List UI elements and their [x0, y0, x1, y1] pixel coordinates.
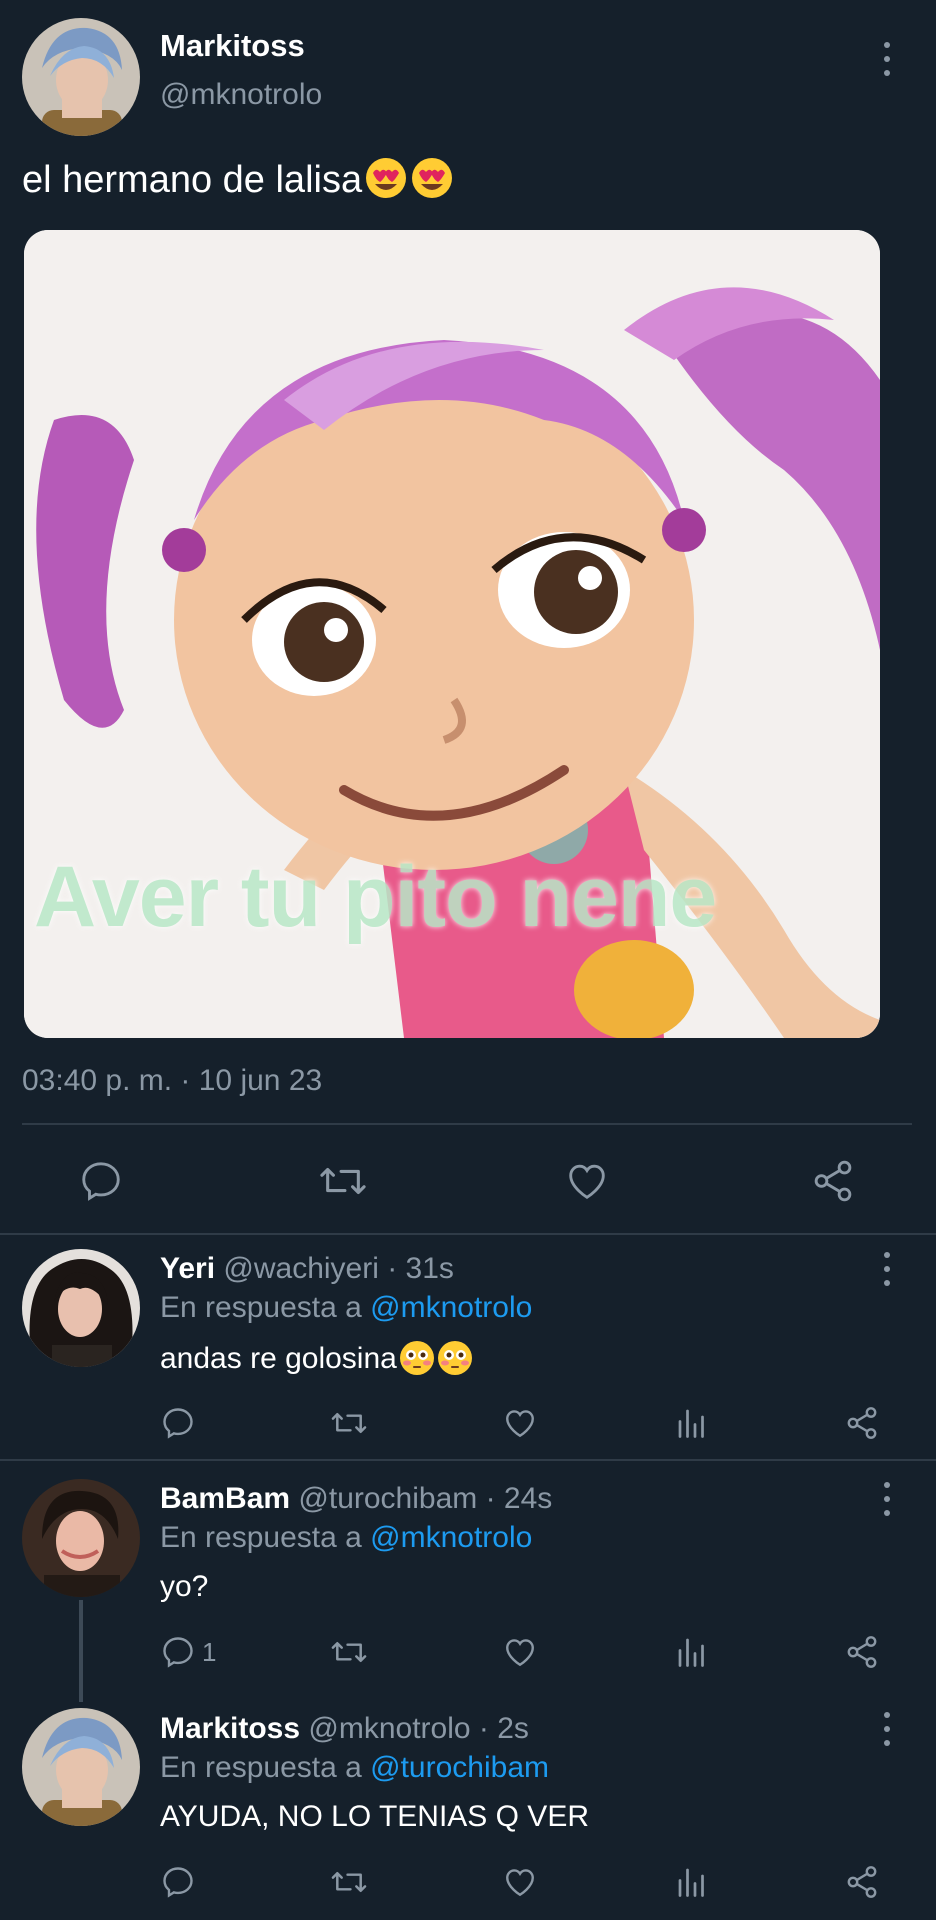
timestamp-divider	[22, 1123, 912, 1125]
reply-context-yeri: En respuesta a @mknotrolo	[160, 1291, 532, 1325]
reply-text-yeri: andas re golosina	[160, 1340, 473, 1376]
reply-reply-button[interactable]	[160, 1864, 196, 1900]
main-share-button[interactable]	[810, 1158, 856, 1204]
reply-share-button[interactable]	[844, 1864, 880, 1900]
reply-icon	[163, 1867, 193, 1898]
reply-to-link[interactable]: @turochibam	[370, 1751, 549, 1784]
reply-avatar-yeri[interactable]	[22, 1249, 140, 1367]
reply-reply-button[interactable]: 1	[160, 1634, 216, 1670]
reply-handle-time[interactable]: @mknotrolo · 2s	[308, 1712, 529, 1745]
share-icon	[814, 1160, 852, 1202]
reply-icon	[163, 1637, 193, 1668]
heart-icon	[506, 1639, 534, 1667]
reply-share-button[interactable]	[844, 1405, 880, 1441]
main-retweet-button[interactable]	[318, 1158, 368, 1204]
retweet-icon	[331, 1412, 367, 1434]
reply-context-markitoss: En respuesta a @turochibam	[160, 1751, 549, 1785]
reply-author-name[interactable]: Yeri	[160, 1252, 215, 1285]
share-icon	[847, 1636, 877, 1668]
reply-more-options-icon[interactable]	[881, 1252, 893, 1286]
heart-icon	[506, 1869, 534, 1897]
reply-text-content: andas re golosina	[160, 1342, 397, 1375]
reply-like-button[interactable]	[502, 1405, 538, 1441]
reply-analytics-button[interactable]	[674, 1405, 710, 1441]
retweet-icon	[320, 1167, 366, 1195]
reply-prefix: En respuesta a	[160, 1291, 362, 1324]
reply-prefix: En respuesta a	[160, 1751, 362, 1784]
main-like-button[interactable]	[564, 1158, 610, 1204]
reply-analytics-button[interactable]	[674, 1864, 710, 1900]
main-tweet-divider	[0, 1233, 936, 1235]
main-author-name[interactable]: Markitoss	[160, 28, 305, 64]
reply-reply-button[interactable]	[160, 1405, 196, 1441]
main-reply-button[interactable]	[78, 1158, 124, 1204]
heart-icon	[569, 1164, 605, 1199]
reply-icon	[163, 1408, 193, 1439]
reply-handle-time[interactable]: @turochibam · 24s	[298, 1482, 552, 1515]
reply-retweet-button[interactable]	[330, 1634, 368, 1670]
flushed-emoji	[399, 1341, 434, 1375]
share-icon	[847, 1407, 877, 1439]
retweet-icon	[331, 1871, 367, 1893]
reply-retweet-button[interactable]	[330, 1864, 368, 1900]
reply-prefix: En respuesta a	[160, 1521, 362, 1554]
reply-author-name[interactable]: Markitoss	[160, 1712, 300, 1745]
main-author-avatar[interactable]	[22, 18, 140, 136]
reply-handle-time[interactable]: @wachiyeri · 31s	[223, 1252, 454, 1285]
reply-to-link[interactable]: @mknotrolo	[370, 1521, 532, 1554]
heart-eyes-emoji	[412, 158, 453, 198]
analytics-icon	[678, 1638, 704, 1667]
reply-more-options-icon[interactable]	[881, 1712, 893, 1746]
reply-like-button[interactable]	[502, 1634, 538, 1670]
main-author-handle[interactable]: @mknotrolo	[160, 78, 322, 112]
analytics-icon	[678, 1409, 704, 1438]
heart-eyes-emoji	[366, 158, 407, 198]
meme-caption-text: Aver tu pito nene	[34, 849, 717, 945]
reply-avatar-markitoss[interactable]	[22, 1708, 140, 1826]
reply-to-link[interactable]: @mknotrolo	[370, 1291, 532, 1324]
reply-header-yeri: Yeri @wachiyeri · 31s	[160, 1252, 454, 1286]
reply-analytics-button[interactable]	[674, 1634, 710, 1670]
reply-more-options-icon[interactable]	[881, 1482, 893, 1516]
reply-avatar-bambam[interactable]	[22, 1479, 140, 1597]
analytics-icon	[678, 1868, 704, 1897]
heart-icon	[506, 1410, 534, 1438]
reply-share-button[interactable]	[844, 1634, 880, 1670]
flushed-emoji	[437, 1341, 472, 1375]
reply-header-bambam: BamBam @turochibam · 24s	[160, 1482, 552, 1516]
reply-text-markitoss: AYUDA, NO LO TENIAS Q VER	[160, 1800, 589, 1833]
reply-header-markitoss: Markitoss @mknotrolo · 2s	[160, 1712, 529, 1746]
reply-context-bambam: En respuesta a @mknotrolo	[160, 1521, 532, 1555]
tweet-media-image[interactable]: Aver tu pito nene	[24, 230, 880, 1038]
reply-author-name[interactable]: BamBam	[160, 1482, 290, 1515]
main-tweet-text-content: el hermano de lalisa	[22, 159, 363, 201]
retweet-icon	[331, 1641, 367, 1663]
main-more-options-icon[interactable]	[881, 42, 893, 76]
reply-divider	[0, 1459, 936, 1461]
reply-count: 1	[202, 1636, 217, 1667]
thread-connector-line	[79, 1600, 83, 1702]
main-tweet-text: el hermano de lalisa	[22, 156, 454, 202]
reply-like-button[interactable]	[502, 1864, 538, 1900]
share-icon	[847, 1866, 877, 1898]
reply-retweet-button[interactable]	[330, 1405, 368, 1441]
reply-icon	[82, 1162, 120, 1201]
reply-text-bambam: yo?	[160, 1570, 209, 1603]
tweet-timestamp[interactable]: 03:40 p. m. · 10 jun 23	[22, 1064, 322, 1098]
